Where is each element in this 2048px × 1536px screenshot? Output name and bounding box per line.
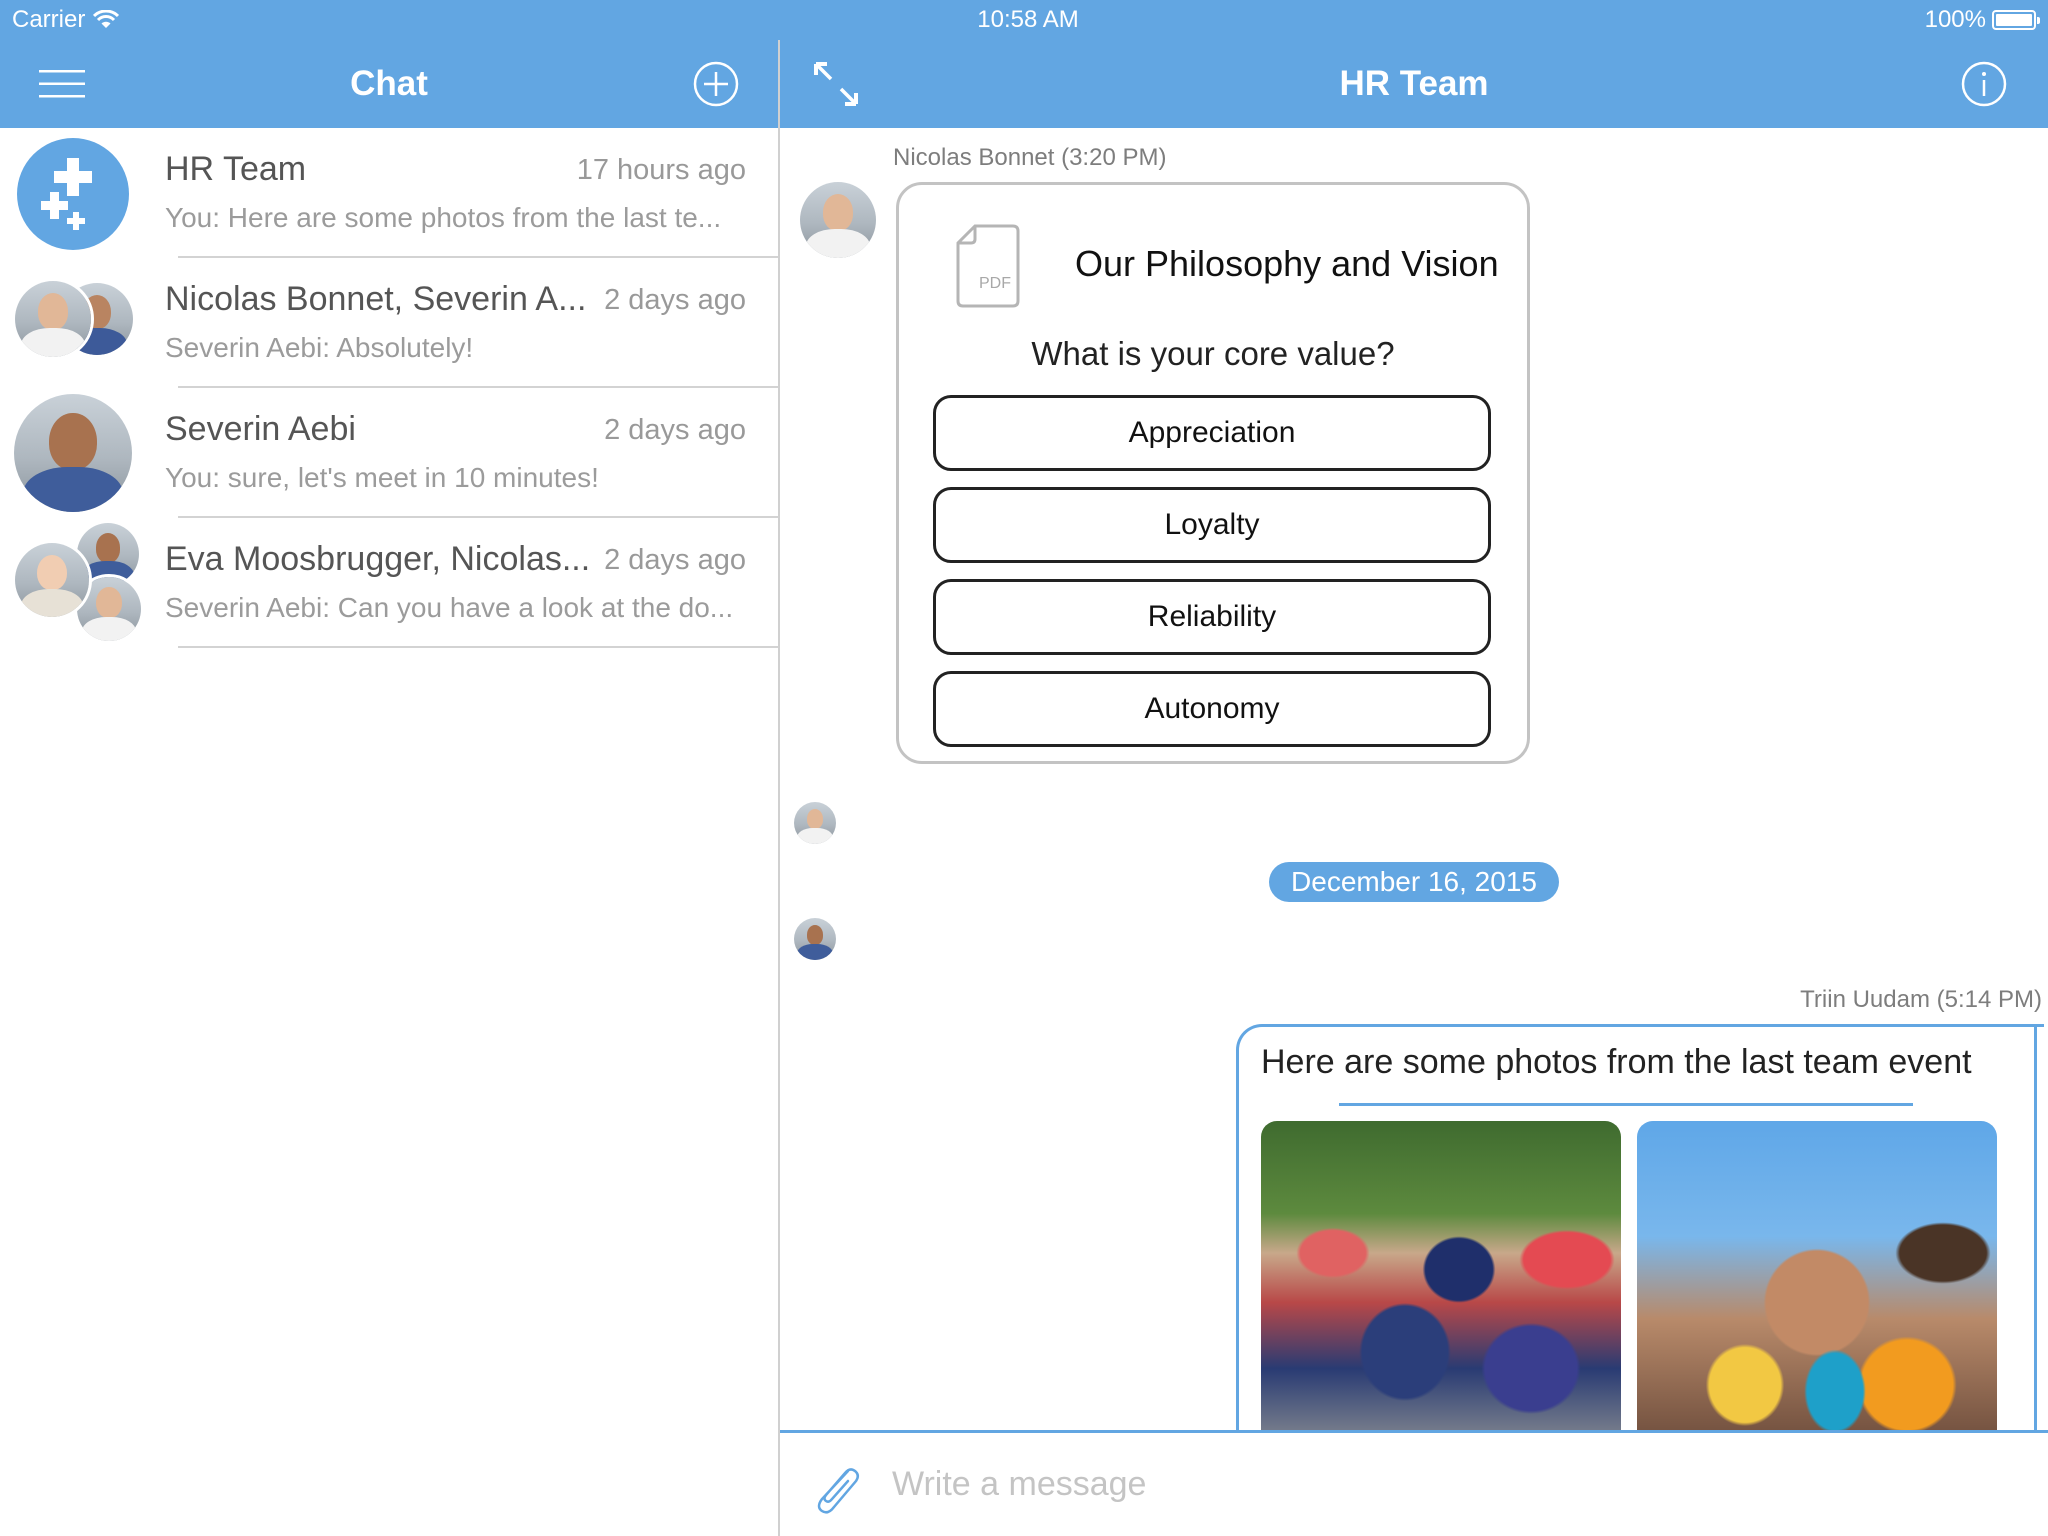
document-title[interactable]: Our Philosophy and Vision (1075, 243, 1499, 285)
conversation-name: Severin Aebi (165, 410, 356, 448)
status-battery: 100% (1924, 0, 2040, 40)
message-rule (1339, 1103, 1913, 1106)
conversation-name: Eva Moosbrugger, Nicolas... (165, 540, 591, 578)
message-input[interactable] (892, 1449, 1992, 1519)
conversation-preview: Severin Aebi: Can you have a look at the… (165, 592, 734, 623)
conversation-time: 2 days ago (604, 544, 746, 576)
status-time: 10:58 AM (977, 6, 1079, 33)
attach-button[interactable] (808, 1461, 864, 1517)
team-event-photo-1[interactable] (1261, 1121, 1621, 1430)
info-circle-icon (1961, 61, 2007, 107)
own-sender-meta: Triin Uudam (5:14 PM) (1800, 986, 2042, 1013)
battery-label: 100% (1924, 6, 1986, 33)
conversation-time: 17 hours ago (576, 154, 746, 186)
top-bar: Carrier 10:58 AM 100% Chat HR Team (0, 0, 2048, 128)
new-chat-button[interactable] (692, 60, 740, 108)
row-separator (178, 646, 778, 648)
read-receipt-avatar (794, 802, 836, 844)
pdf-label: PDF (979, 275, 1011, 292)
conversation-item[interactable]: Eva Moosbrugger, Nicolas... 2 days ago S… (0, 518, 778, 648)
own-message-bubble: Here are some photos from the last team … (1236, 1024, 2044, 1430)
conversation-item[interactable]: Severin Aebi 2 days ago You: sure, let's… (0, 388, 778, 518)
battery-level (1996, 14, 2032, 26)
paperclip-icon (817, 1468, 859, 1514)
poll-option-autonomy[interactable]: Autonomy (933, 671, 1491, 747)
bubble-tail (2034, 1024, 2048, 1430)
person-avatar (12, 540, 92, 620)
app-root: Carrier 10:58 AM 100% Chat HR Team HR Te… (0, 0, 2048, 1536)
right-nav-title: HR Team (1339, 64, 1489, 103)
poll-question: What is your core value? (1031, 335, 1395, 372)
person-avatar (14, 394, 132, 512)
own-message-text: Here are some photos from the last team … (1261, 1043, 1972, 1081)
group-plus-icon (17, 138, 129, 250)
message-thread[interactable]: Nicolas Bonnet (3:20 PM) PDF Our Philoso… (780, 128, 2048, 1430)
message-composer (780, 1430, 2048, 1536)
conversation-preview: Severin Aebi: Absolutely! (165, 332, 474, 363)
conversation-name: Nicolas Bonnet, Severin A... (165, 280, 587, 318)
battery-icon (1992, 10, 2040, 30)
conversation-preview: You: Here are some photos from the last … (165, 202, 722, 233)
conversation-item[interactable]: Nicolas Bonnet, Severin A... 2 days ago … (0, 258, 778, 388)
read-receipt-avatar (794, 918, 836, 960)
poll-option-appreciation[interactable]: Appreciation (933, 395, 1491, 471)
left-nav-title: Chat (350, 64, 428, 103)
person-avatar (12, 278, 94, 360)
team-event-photo-2[interactable] (1637, 1121, 1997, 1430)
sender-avatar[interactable] (800, 182, 876, 258)
info-button[interactable] (1960, 60, 2008, 108)
conversation-name: HR Team (165, 150, 307, 188)
poll-option-reliability[interactable]: Reliability (933, 579, 1491, 655)
poll-sender-meta: Nicolas Bonnet (3:20 PM) (893, 144, 1167, 171)
poll-option-loyalty[interactable]: Loyalty (933, 487, 1491, 563)
date-separator: December 16, 2015 (1269, 862, 1559, 902)
plus-circle-icon (693, 61, 739, 107)
conversation-list: HR Team 17 hours ago You: Here are some … (0, 128, 778, 648)
conversation-item[interactable]: HR Team 17 hours ago You: Here are some … (0, 128, 778, 258)
conversation-time: 2 days ago (604, 414, 746, 446)
conversation-preview: You: sure, let's meet in 10 minutes! (165, 462, 599, 493)
poll-message-bubble: PDF Our Philosophy and Vision What is yo… (896, 182, 1530, 764)
pdf-document-icon[interactable]: PDF (955, 223, 1021, 314)
conversation-time: 2 days ago (604, 284, 746, 316)
